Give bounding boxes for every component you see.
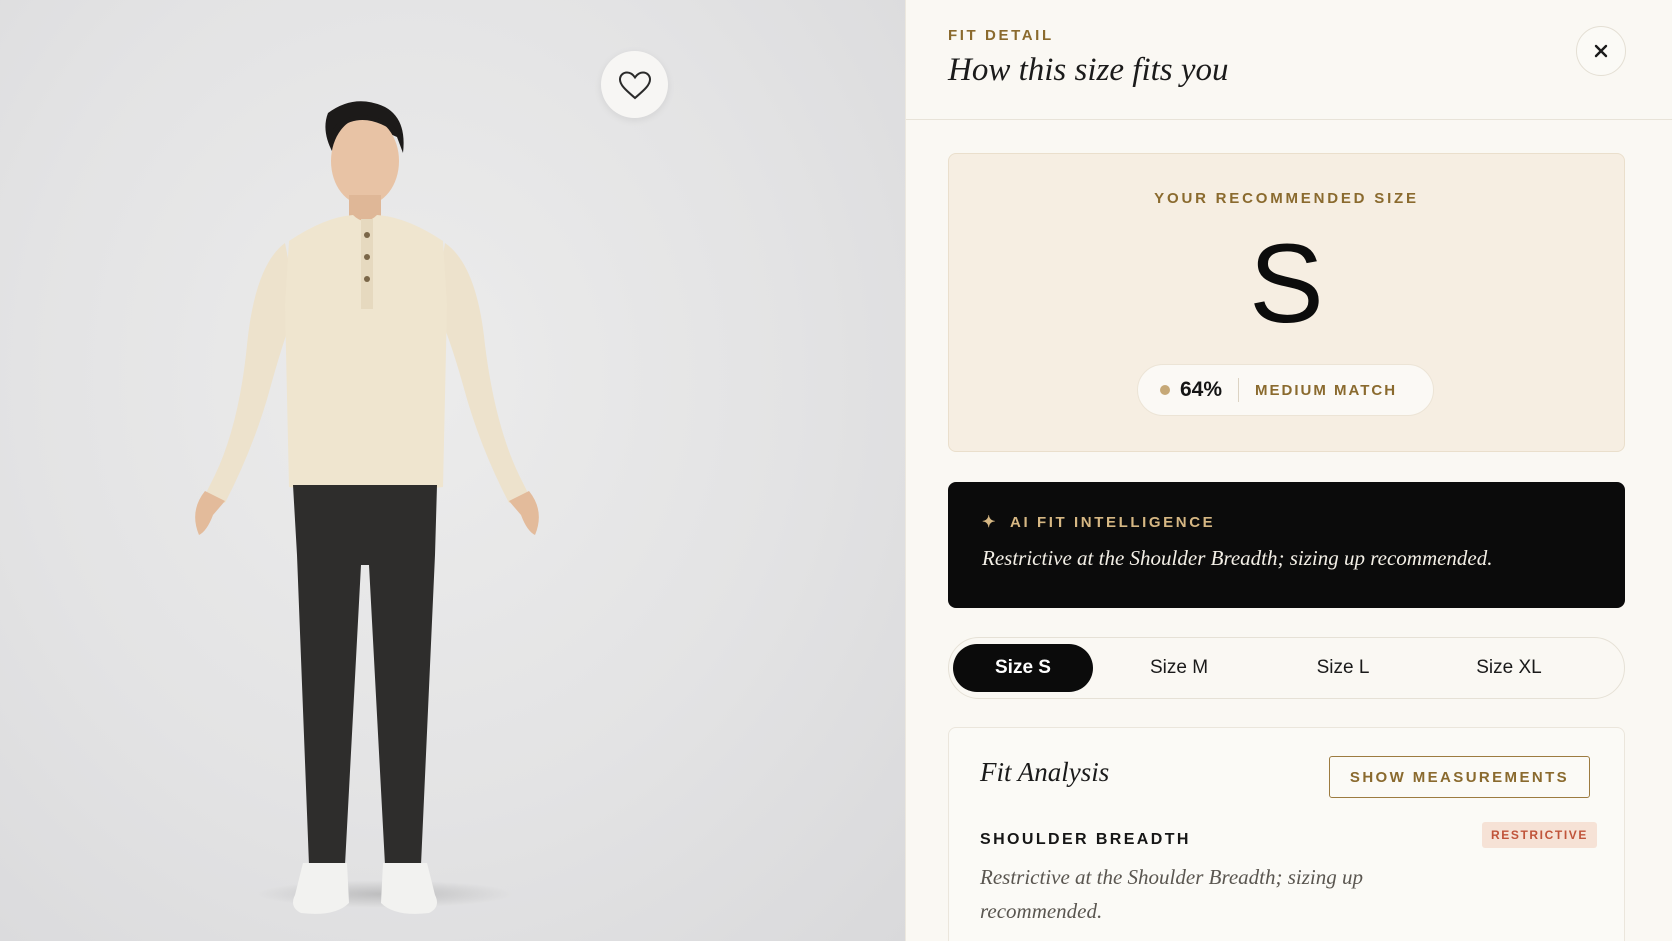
show-measurements-button[interactable]: SHOW MEASUREMENTS — [1329, 756, 1590, 798]
metric-description: Restrictive at the Shoulder Breadth; siz… — [980, 865, 1363, 923]
fit-detail-panel: FIT DETAIL How this size fits you YOUR R… — [905, 0, 1672, 941]
match-divider — [1238, 378, 1240, 402]
ai-fit-message: Restrictive at the Shoulder Breadth; siz… — [982, 546, 1493, 570]
ai-fit-intelligence-card: ✦ AI FIT INTELLIGENCE Restrictive at the… — [948, 482, 1625, 608]
close-icon — [1594, 44, 1608, 58]
product-photo — [0, 0, 905, 941]
wishlist-button[interactable] — [601, 51, 668, 118]
ai-fit-label: AI FIT INTELLIGENCE — [1010, 513, 1216, 531]
size-tab-l[interactable]: Size L — [1273, 644, 1413, 692]
heart-outline-icon — [618, 70, 651, 99]
ai-fit-label-row: ✦ AI FIT INTELLIGENCE — [982, 512, 1215, 532]
close-button[interactable] — [1576, 26, 1626, 76]
status-badge: RESTRICTIVE — [1482, 822, 1597, 848]
match-percent: 64% — [1180, 378, 1223, 401]
metric-name: SHOULDER BREADTH — [980, 831, 1191, 848]
panel-title: How this size fits you — [948, 52, 1229, 88]
fit-analysis-card: Fit Analysis SHOW MEASUREMENTS SHOULDER … — [948, 727, 1625, 941]
panel-header: FIT DETAIL How this size fits you — [906, 0, 1672, 120]
size-tab-s[interactable]: Size S — [953, 644, 1093, 692]
model-figure — [195, 101, 539, 914]
recommended-size-label: YOUR RECOMMENDED SIZE — [1154, 190, 1419, 207]
size-tab-m[interactable]: Size M — [1109, 644, 1249, 692]
recommended-size-value: S — [1249, 221, 1324, 346]
match-score-pill: 64% MEDIUM MATCH — [1137, 364, 1434, 416]
recommended-size-card: YOUR RECOMMENDED SIZE S 64% MEDIUM MATCH — [948, 153, 1625, 452]
size-tab-xl[interactable]: Size XL — [1439, 644, 1579, 692]
sparkle-icon: ✦ — [982, 514, 999, 531]
match-dot — [1160, 385, 1170, 395]
panel-eyebrow: FIT DETAIL — [948, 27, 1054, 44]
fit-analysis-title: Fit Analysis — [980, 757, 1110, 787]
match-label: MEDIUM MATCH — [1255, 381, 1398, 399]
size-selector: Size S Size M Size L Size XL — [948, 637, 1625, 699]
